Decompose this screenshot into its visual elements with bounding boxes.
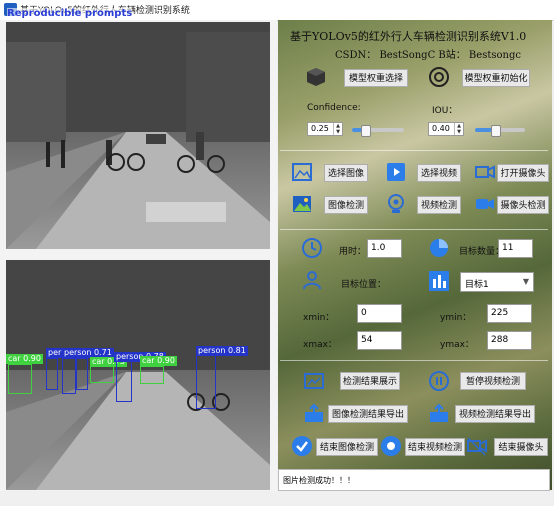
bar-chart-icon xyxy=(429,271,449,291)
detection-box xyxy=(62,358,76,394)
target-icon xyxy=(429,67,449,87)
author-info: CSDN： BestSongC B站： Bestsongc xyxy=(335,50,521,61)
ymin-label: ymin： xyxy=(440,313,472,323)
end-video-detect-button[interactable]: 结束视频检测 xyxy=(405,438,465,456)
confidence-slider-handle[interactable] xyxy=(361,125,371,137)
chevron-down-icon: ▼ xyxy=(522,277,529,286)
window-titlebar: 基于YOLOv5的红外行人车辆检测识别系统 Reproducible promp… xyxy=(0,0,554,21)
divider xyxy=(280,150,548,151)
clock-icon xyxy=(302,238,322,258)
target-position-label: 目标位置： xyxy=(341,280,387,290)
iou-slider-handle[interactable] xyxy=(491,125,501,137)
ymin-field[interactable]: 225 xyxy=(487,304,532,323)
target-select-value: 目标1 xyxy=(465,280,489,290)
video-camera-icon[interactable] xyxy=(474,193,496,215)
iou-spinbox[interactable]: 0.40 ▲ ▼ xyxy=(428,122,464,136)
check-circle-icon[interactable] xyxy=(291,435,313,457)
original-image-view xyxy=(6,22,270,249)
detection-box xyxy=(76,358,88,390)
open-camera-button[interactable]: 打开摄像头 xyxy=(497,164,549,182)
confidence-value: 0.25 xyxy=(311,124,329,133)
detection-label: person 0.81 xyxy=(196,346,248,356)
status-message: 图片检测成功！！！ xyxy=(278,469,550,491)
user-icon xyxy=(303,271,321,290)
detection-label: per xyxy=(46,348,64,358)
xmin-field[interactable]: 0 xyxy=(357,304,402,323)
pause-icon[interactable] xyxy=(428,370,450,392)
show-results-button[interactable]: 检测结果展示 xyxy=(340,372,400,390)
video-detect-button[interactable]: 视频检测 xyxy=(417,196,461,214)
export-video-results-button[interactable]: 视频检测结果导出 xyxy=(455,405,535,423)
export-icon[interactable] xyxy=(303,402,325,424)
xmin-label: xmin： xyxy=(303,313,335,323)
confidence-slider[interactable] xyxy=(352,125,404,137)
photo-icon[interactable] xyxy=(291,193,313,215)
results-display-icon[interactable] xyxy=(303,370,325,392)
ymax-label: ymax： xyxy=(440,340,474,350)
pie-chart-icon xyxy=(430,239,448,257)
stop-record-icon[interactable] xyxy=(380,435,402,457)
time-field[interactable]: 1.0 xyxy=(367,239,402,258)
select-video-button[interactable]: 选择视频 xyxy=(417,164,461,182)
pause-video-button[interactable]: 暂停视频检测 xyxy=(460,372,526,390)
end-camera-button[interactable]: 结束摄像头 xyxy=(494,438,548,456)
confidence-label: Confidence: xyxy=(307,103,361,113)
detection-box xyxy=(196,355,216,409)
cube-icon xyxy=(307,68,325,86)
time-label: 用时： xyxy=(339,247,367,257)
iou-slider[interactable] xyxy=(475,125,525,137)
camera-icon[interactable] xyxy=(474,161,496,183)
confidence-spinbox[interactable]: 0.25 ▲ ▼ xyxy=(307,122,343,136)
model-weight-init-button[interactable]: 模型权重初始化 xyxy=(462,69,530,87)
camera-off-icon[interactable] xyxy=(466,435,488,457)
detection-label: car 0.90 xyxy=(6,354,43,364)
detection-box xyxy=(8,364,32,394)
iou-label: IOU： xyxy=(432,106,458,116)
image-icon[interactable] xyxy=(291,161,313,183)
spin-arrows-icon[interactable]: ▲ ▼ xyxy=(333,123,342,135)
xmax-field[interactable]: 54 xyxy=(357,331,402,350)
export-image-results-button[interactable]: 图像检测结果导出 xyxy=(328,405,408,423)
webcam-icon[interactable] xyxy=(385,193,407,215)
video-file-icon[interactable] xyxy=(385,161,407,183)
end-image-detect-button[interactable]: 结束图像检测 xyxy=(316,438,378,456)
model-weight-select-button[interactable]: 模型权重选择 xyxy=(344,69,408,87)
detection-box xyxy=(46,358,58,390)
select-image-button[interactable]: 选择图像 xyxy=(324,164,368,182)
divider xyxy=(280,229,548,230)
detection-image-view: car 0.90 per person 0.71 car 0.75 person… xyxy=(6,260,270,490)
xmax-label: xmax： xyxy=(303,340,337,350)
infrared-scene-original xyxy=(6,22,270,249)
overlay-watermark: Reproducible prompts xyxy=(7,8,133,19)
system-title: 基于YOLOv5的红外行人车辆检测识别系统V1.0 xyxy=(290,30,527,43)
window-bottom xyxy=(0,491,554,506)
detection-box xyxy=(140,366,164,384)
detection-box xyxy=(90,365,114,383)
target-select-dropdown[interactable]: 目标1 ▼ xyxy=(460,272,534,292)
export-icon[interactable] xyxy=(428,402,450,424)
camera-detect-button[interactable]: 摄像头检测 xyxy=(497,196,549,214)
ymax-field[interactable]: 288 xyxy=(487,331,532,350)
status-text: 图片检测成功！！！ xyxy=(283,476,355,485)
detection-label: car 0.90 xyxy=(140,356,177,366)
iou-value: 0.40 xyxy=(432,124,450,133)
image-detect-button[interactable]: 图像检测 xyxy=(324,196,368,214)
divider xyxy=(280,360,548,361)
target-count-field[interactable]: 11 xyxy=(498,239,533,258)
spin-arrows-icon[interactable]: ▲ ▼ xyxy=(454,123,463,135)
detection-box xyxy=(116,360,132,402)
